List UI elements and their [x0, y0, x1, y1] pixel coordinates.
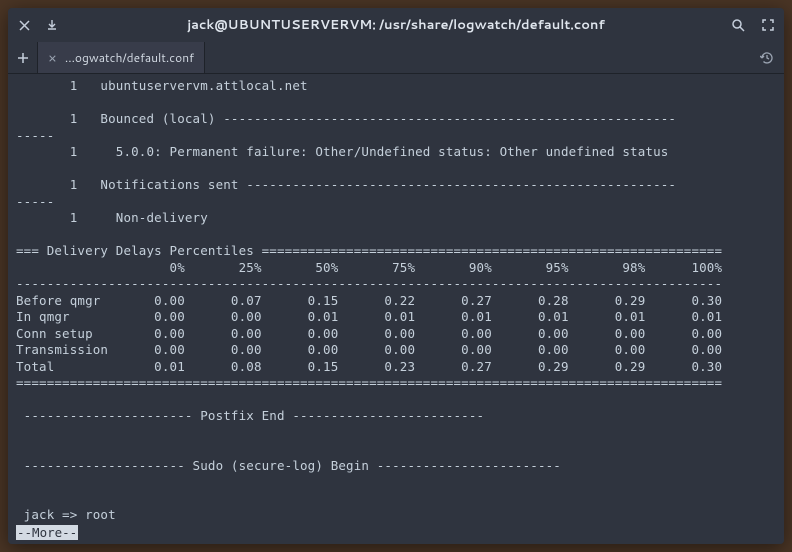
- download-icon[interactable]: [44, 17, 60, 33]
- history-icon[interactable]: [750, 42, 784, 73]
- titlebar-left: [16, 17, 96, 33]
- close-icon[interactable]: [16, 17, 32, 33]
- statusbar: --More--: [8, 525, 784, 544]
- tabbar: × ...ogwatch/default.conf: [8, 42, 784, 74]
- tab-label: ...ogwatch/default.conf: [65, 49, 194, 66]
- terminal-window: jack@UBUNTUSERVERVM: /usr/share/logwatch…: [8, 8, 784, 544]
- titlebar: jack@UBUNTUSERVERVM: /usr/share/logwatch…: [8, 8, 784, 42]
- tabbar-spacer: [205, 42, 750, 73]
- search-icon[interactable]: [730, 17, 746, 33]
- window-title: jack@UBUNTUSERVERVM: /usr/share/logwatch…: [96, 16, 696, 34]
- fullscreen-icon[interactable]: [760, 17, 776, 33]
- titlebar-right: [696, 17, 776, 33]
- more-prompt[interactable]: --More--: [16, 525, 78, 540]
- new-tab-button[interactable]: [8, 42, 38, 73]
- close-tab-icon[interactable]: ×: [48, 48, 57, 68]
- tab-default-conf[interactable]: × ...ogwatch/default.conf: [38, 42, 205, 73]
- terminal-output[interactable]: 1 ubuntuservervm.attlocal.net 1 Bounced …: [8, 74, 784, 525]
